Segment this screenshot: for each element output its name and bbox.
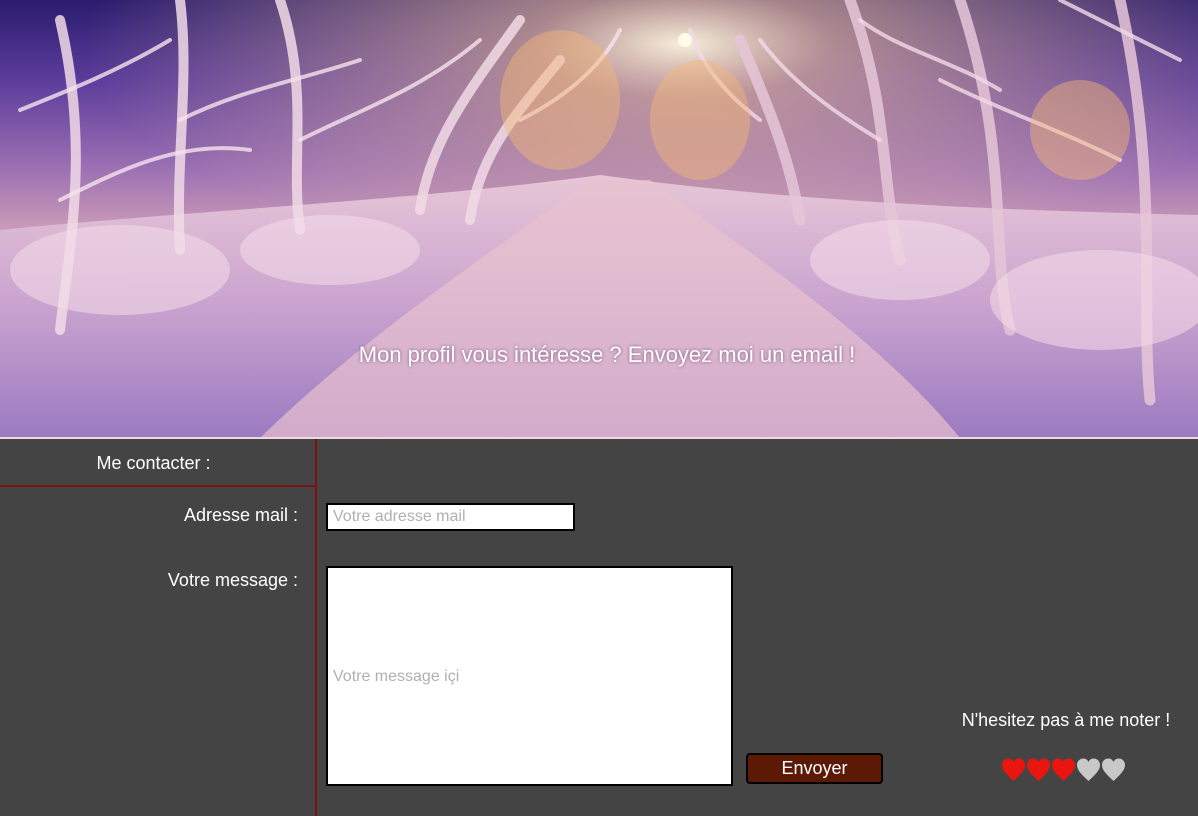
heart-rating[interactable] — [1001, 757, 1126, 785]
email-input[interactable] — [326, 503, 575, 531]
contact-title: Me contacter : — [0, 439, 315, 487]
label-column: Me contacter : Adresse mail : Votre mess… — [0, 439, 317, 816]
winter-forest-image — [0, 0, 1198, 438]
heart-icon[interactable] — [1101, 757, 1126, 783]
hero-caption: Mon profil vous intéresse ? Envoyez moi … — [358, 342, 856, 367]
heart-icon[interactable] — [1051, 757, 1076, 783]
contact-section: Me contacter : Adresse mail : Votre mess… — [0, 439, 1198, 816]
send-button[interactable]: Envoyer — [746, 753, 883, 784]
hero-banner: Mon profil vous intéresse ? Envoyez moi … — [0, 0, 1198, 438]
heart-icon[interactable] — [1026, 757, 1051, 783]
message-label: Votre message : — [167, 570, 298, 590]
email-label: Adresse mail : — [183, 505, 298, 525]
heart-icon[interactable] — [1001, 757, 1026, 783]
message-textarea[interactable] — [326, 566, 733, 786]
heart-icon[interactable] — [1076, 757, 1101, 783]
rating-prompt: N'hesitez pas à me noter ! — [961, 710, 1171, 730]
